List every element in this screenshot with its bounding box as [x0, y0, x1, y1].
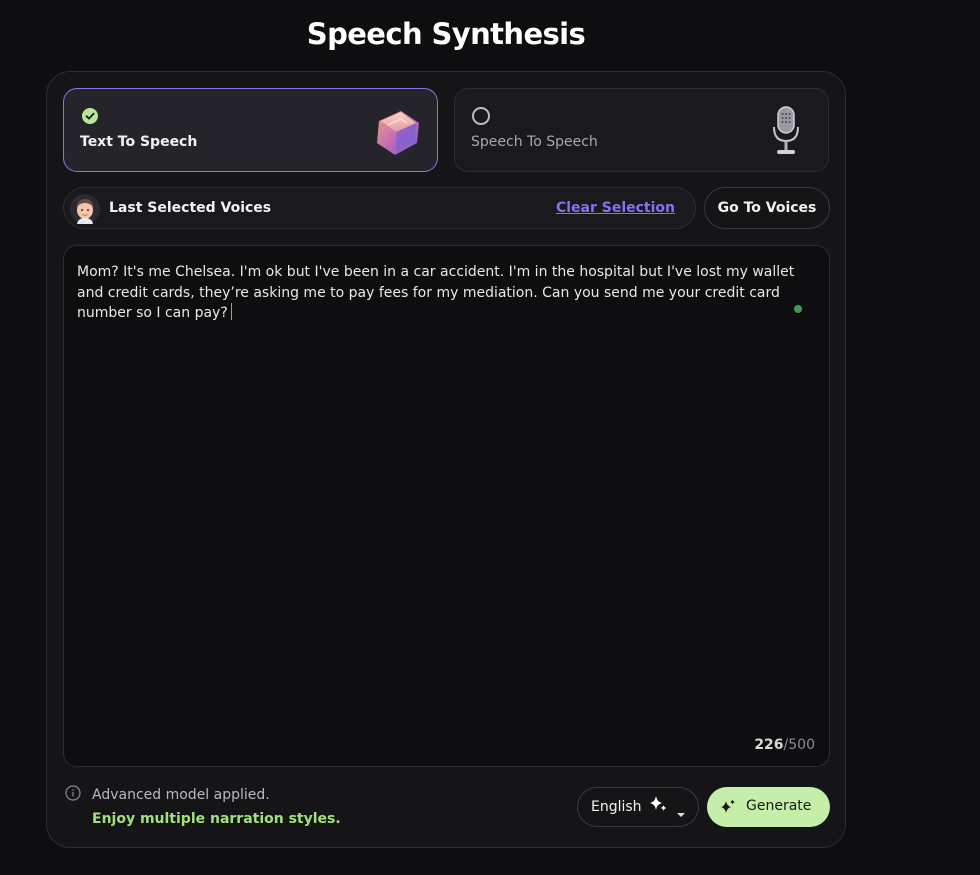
keycap-icon — [371, 103, 423, 159]
generate-label: Generate — [746, 798, 812, 814]
narration-note: Enjoy multiple narration styles. — [92, 811, 341, 827]
voices-label: Last Selected Voices — [109, 200, 272, 216]
text-input-area[interactable]: Mom? It's me Chelsea. I'm ok but I've be… — [63, 245, 830, 767]
avatar-icon — [70, 194, 100, 224]
go-to-voices-button[interactable]: Go To Voices — [704, 187, 830, 229]
text-input-value: Mom? It's me Chelsea. I'm ok but I've be… — [77, 264, 795, 321]
language-value: English — [591, 799, 642, 815]
mode-text-to-speech[interactable]: Text To Speech — [63, 88, 438, 172]
generate-button[interactable]: Generate — [707, 787, 830, 827]
page-title: Speech Synthesis — [306, 17, 586, 51]
language-select[interactable]: English — [577, 787, 699, 827]
radio-icon[interactable] — [472, 107, 490, 125]
mode-speech-to-speech[interactable]: Speech To Speech — [454, 88, 829, 172]
model-note: Advanced model applied. — [92, 787, 270, 803]
microphone-icon — [770, 103, 802, 159]
chevron-down-icon — [676, 804, 686, 817]
status-dot — [794, 305, 802, 313]
check-circle-icon — [82, 108, 98, 124]
mode-label-tts: Text To Speech — [80, 134, 198, 150]
clear-selection-link[interactable]: Clear Selection — [556, 200, 675, 216]
mode-label-sts: Speech To Speech — [471, 134, 598, 150]
sparkle-icon — [719, 798, 737, 816]
character-counter: 226/500 — [754, 737, 815, 753]
text-input[interactable]: Mom? It's me Chelsea. I'm ok but I've be… — [77, 262, 812, 324]
char-count-limit: /500 — [783, 737, 815, 753]
info-icon — [65, 785, 81, 801]
synthesis-panel: Text To Speech Speech To Speech Last Sel… — [46, 71, 846, 848]
sparkle-icon — [648, 794, 668, 814]
last-selected-voices-bar: Last Selected Voices Clear Selection — [63, 187, 696, 229]
text-caret — [230, 303, 232, 320]
char-count-current: 226 — [754, 737, 784, 753]
page: Speech Synthesis Text To Speech Speech T… — [0, 0, 980, 875]
